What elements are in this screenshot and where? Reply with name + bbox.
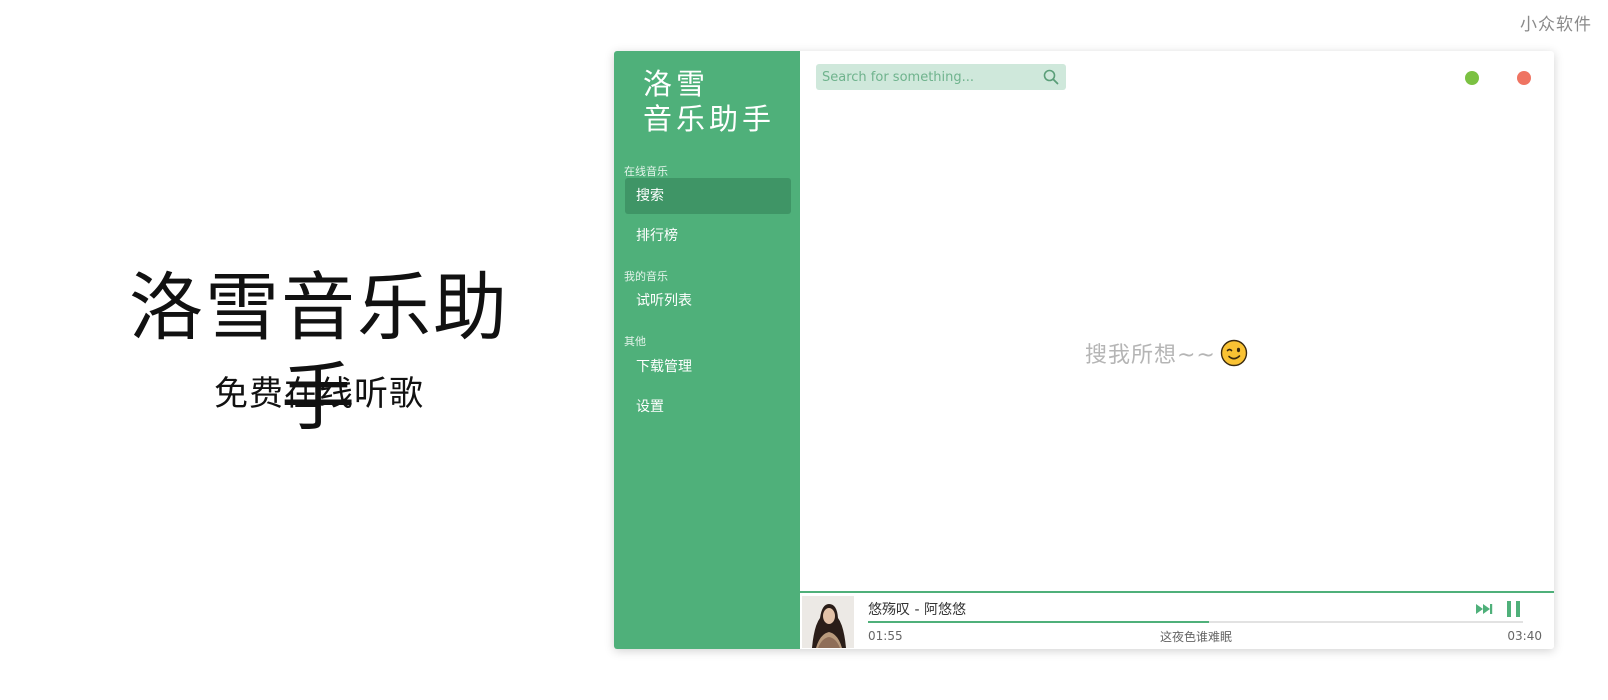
main-panel: 搜我所想~~ 悠殇叹 - 阿悠悠	[800, 51, 1554, 649]
sidebar-item-play-list[interactable]: 试听列表	[625, 283, 791, 319]
close-button[interactable]	[1517, 71, 1531, 85]
app-logo: 洛雪 音乐助手	[643, 67, 775, 137]
minimize-button[interactable]	[1465, 71, 1479, 85]
promo-title: 洛雪音乐助手	[129, 265, 509, 441]
nav-section-other: 其他	[624, 335, 646, 348]
current-time: 01:55	[868, 629, 903, 643]
pause-button[interactable]	[1505, 599, 1523, 619]
wink-emoji-icon	[1220, 339, 1248, 367]
progress-fill	[868, 621, 1209, 623]
sidebar-item-downloads[interactable]: 下载管理	[625, 349, 791, 385]
sidebar-item-search[interactable]: 搜索	[625, 178, 791, 214]
nav-section-online-music: 在线音乐	[624, 165, 668, 178]
search-input[interactable]	[816, 63, 1040, 91]
song-title: 悠殇叹 - 阿悠悠	[868, 602, 966, 618]
app-logo-line2: 音乐助手	[643, 102, 776, 136]
player-bar: 悠殇叹 - 阿悠悠 01:55 这夜色谁难眠 03:40	[800, 591, 1554, 649]
app-logo-line1: 洛雪	[643, 67, 710, 101]
search-box	[816, 63, 1066, 91]
next-track-button[interactable]	[1474, 599, 1494, 619]
lyric-line: 这夜色谁难眠	[1160, 630, 1233, 644]
empty-state-text: 搜我所想~~	[1085, 343, 1216, 368]
site-watermark: 小众软件	[1520, 15, 1592, 35]
sidebar-item-charts[interactable]: 排行榜	[625, 218, 791, 254]
total-time: 03:40	[1507, 629, 1542, 643]
search-icon[interactable]	[1040, 66, 1062, 88]
album-cover[interactable]	[802, 596, 854, 648]
app-window: 洛雪 音乐助手 在线音乐 搜索 排行榜 我的音乐 试听列表 其他 下载管理 设置…	[614, 51, 1554, 649]
sidebar-item-settings[interactable]: 设置	[625, 389, 791, 425]
nav-section-my-music: 我的音乐	[624, 270, 668, 283]
promo-subtitle: 免费在线听歌	[214, 374, 424, 414]
sidebar: 洛雪 音乐助手 在线音乐 搜索 排行榜 我的音乐 试听列表 其他 下载管理 设置	[614, 51, 800, 649]
progress-track[interactable]	[868, 621, 1523, 623]
empty-state: 搜我所想~~	[1085, 337, 1248, 369]
